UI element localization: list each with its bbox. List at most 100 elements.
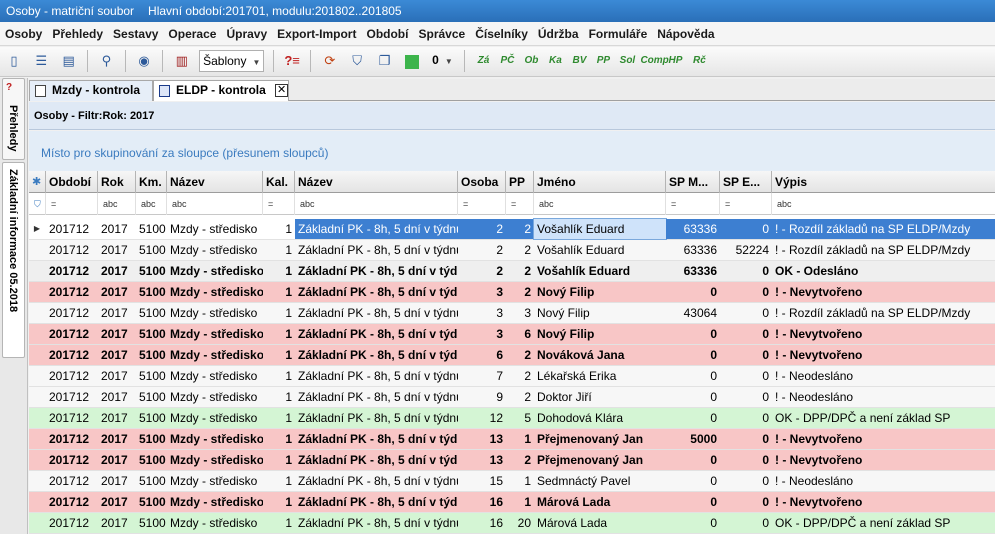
cell-nazev[interactable]: Mzdy - středisko	[167, 261, 263, 281]
cell-osoba[interactable]: 2	[458, 240, 506, 260]
table-row[interactable]: 201712 2017 5100 Mzdy - středisko 1 Základní …	[29, 282, 995, 303]
module-icon[interactable]: Sol	[616, 50, 638, 72]
filter-cell-sp-m[interactable]: =	[666, 193, 720, 215]
tab-eldp-kontrola[interactable]: ELDP - kontrola ✕	[153, 80, 289, 101]
table-row[interactable]: 201712 2017 5100 Mzdy - středisko 1 Základní …	[29, 492, 995, 513]
cell-nazev-pk[interactable]: Základní PK - 8h, 5 dní v týdnu	[295, 387, 458, 407]
cell-vypis[interactable]: ! - Nevytvořeno	[772, 492, 995, 512]
cell-km[interactable]: 5100	[136, 513, 167, 533]
module-icon[interactable]: PČ	[496, 50, 518, 72]
column-header-sp-e[interactable]: SP E...	[720, 171, 772, 193]
cell-osoba[interactable]: 16	[458, 492, 506, 512]
cell-vypis[interactable]: ! - Rozdíl základů na SP ELDP/Mzdy	[772, 303, 995, 323]
cell-sp-m[interactable]: 0	[666, 513, 720, 533]
cell-rok[interactable]: 2017	[98, 492, 136, 512]
cell-jmeno[interactable]: Dohodová Klára	[534, 408, 666, 428]
cell-sp-e[interactable]: 0	[720, 492, 772, 512]
cell-km[interactable]: 5100	[136, 261, 167, 281]
cell-sp-e[interactable]: 0	[720, 282, 772, 302]
cell-sp-m[interactable]: 43064	[666, 303, 720, 323]
cell-sp-e[interactable]: 0	[720, 366, 772, 386]
table-row[interactable]: 201712 2017 5100 Mzdy - středisko 1 Základní …	[29, 324, 995, 345]
cell-kal[interactable]: 1	[263, 429, 295, 449]
cell-osoba[interactable]: 2	[458, 219, 506, 239]
cell-jmeno[interactable]: Vošahlík Eduard	[534, 240, 666, 260]
menu-item[interactable]: Sestavy	[108, 22, 163, 46]
cell-rok[interactable]: 2017	[98, 240, 136, 260]
cell-km[interactable]: 5100	[136, 303, 167, 323]
cell-nazev-pk[interactable]: Základní PK - 8h, 5 dní v týdnu	[295, 408, 458, 428]
menu-item[interactable]: Operace	[163, 22, 221, 46]
module-icon[interactable]: Zá	[472, 50, 494, 72]
module-icon[interactable]: Rč	[688, 50, 710, 72]
cell-km[interactable]: 5100	[136, 408, 167, 428]
column-header-vypis[interactable]: Výpis	[772, 171, 995, 193]
cell-vypis[interactable]: ! - Neodesláno	[772, 387, 995, 407]
cell-rok[interactable]: 2017	[98, 513, 136, 533]
cell-obdobi[interactable]: 201712	[46, 219, 98, 239]
cell-sp-e[interactable]: 0	[720, 471, 772, 491]
cell-kal[interactable]: 1	[263, 366, 295, 386]
cell-osoba[interactable]: 13	[458, 429, 506, 449]
module-icon[interactable]: HP	[664, 50, 686, 72]
copy-icon[interactable]: ❐	[373, 50, 395, 72]
cell-sp-e[interactable]: 0	[720, 324, 772, 344]
cell-jmeno[interactable]: Lékařská Erika	[534, 366, 666, 386]
properties-icon[interactable]: ☰	[30, 50, 52, 72]
cell-jmeno[interactable]: Sedmnáctý Pavel	[534, 471, 666, 491]
cell-km[interactable]: 5100	[136, 450, 167, 470]
cell-nazev[interactable]: Mzdy - středisko	[167, 429, 263, 449]
cell-sp-e[interactable]: 52224	[720, 240, 772, 260]
cell-pp[interactable]: 1	[506, 429, 534, 449]
filter-cell-kal[interactable]: =	[263, 193, 295, 215]
view-icon[interactable]: ◉	[133, 50, 155, 72]
cell-osoba[interactable]: 3	[458, 303, 506, 323]
group-by-area[interactable]: Místo pro skupinování za sloupce (přesun…	[29, 131, 995, 171]
table-row[interactable]: ▶ 201712 2017 5100 Mzdy - středisko 1 Základní…	[29, 218, 995, 240]
templates-dropdown[interactable]: Šablony ▼	[199, 50, 265, 72]
green-square-icon[interactable]	[401, 50, 423, 72]
cell-pp[interactable]: 6	[506, 324, 534, 344]
cell-pp[interactable]: 2	[506, 387, 534, 407]
cell-rok[interactable]: 2017	[98, 429, 136, 449]
cell-rok[interactable]: 2017	[98, 261, 136, 281]
cell-km[interactable]: 5100	[136, 345, 167, 365]
module-icon[interactable]: Comp	[640, 50, 668, 72]
cell-obdobi[interactable]: 201712	[46, 261, 98, 281]
cell-vypis[interactable]: ! - Nevytvořeno	[772, 324, 995, 344]
table-row[interactable]: 201712 2017 5100 Mzdy - středisko 1 Základní …	[29, 513, 995, 534]
menu-item[interactable]: Číselníky	[470, 22, 533, 46]
cell-sp-e[interactable]: 0	[720, 408, 772, 428]
cell-kal[interactable]: 1	[263, 387, 295, 407]
module-icon[interactable]: PP	[592, 50, 614, 72]
cell-kal[interactable]: 1	[263, 450, 295, 470]
cell-sp-m[interactable]: 0	[666, 345, 720, 365]
table-row[interactable]: 201712 2017 5100 Mzdy - středisko 1 Základní …	[29, 303, 995, 324]
cell-pp[interactable]: 1	[506, 471, 534, 491]
cell-osoba[interactable]: 3	[458, 282, 506, 302]
cell-osoba[interactable]: 6	[458, 345, 506, 365]
menu-item[interactable]: Údržba	[533, 22, 584, 46]
cell-pp[interactable]: 3	[506, 303, 534, 323]
menu-item[interactable]: Formuláře	[584, 22, 653, 46]
cell-km[interactable]: 5100	[136, 366, 167, 386]
counter-dropdown[interactable]: 0 ▼	[429, 50, 456, 72]
cell-nazev[interactable]: Mzdy - středisko	[167, 282, 263, 302]
cell-rok[interactable]: 2017	[98, 471, 136, 491]
filter-icon[interactable]: ⛉	[346, 50, 368, 72]
table-row[interactable]: 201712 2017 5100 Mzdy - středisko 1 Základní …	[29, 261, 995, 282]
cell-nazev-pk[interactable]: Základní PK - 8h, 5 dní v týdnu	[295, 471, 458, 491]
cell-vypis[interactable]: OK - DPP/DPČ a není základ SP	[772, 408, 995, 428]
cell-obdobi[interactable]: 201712	[46, 429, 98, 449]
cell-nazev-pk[interactable]: Základní PK - 8h, 5 dní v týdnu	[295, 345, 458, 365]
cell-nazev-pk[interactable]: Základní PK - 8h, 5 dní v týdnu	[295, 261, 458, 281]
cell-pp[interactable]: 2	[506, 366, 534, 386]
cell-sp-e[interactable]: 0	[720, 303, 772, 323]
menu-item[interactable]: Osoby	[0, 22, 47, 46]
column-header-jmeno[interactable]: Jméno	[534, 171, 666, 193]
cell-rok[interactable]: 2017	[98, 324, 136, 344]
cell-pp[interactable]: 5	[506, 408, 534, 428]
cell-sp-e[interactable]: 0	[720, 219, 772, 239]
cell-sp-e[interactable]: 0	[720, 261, 772, 281]
cell-nazev[interactable]: Mzdy - středisko	[167, 387, 263, 407]
